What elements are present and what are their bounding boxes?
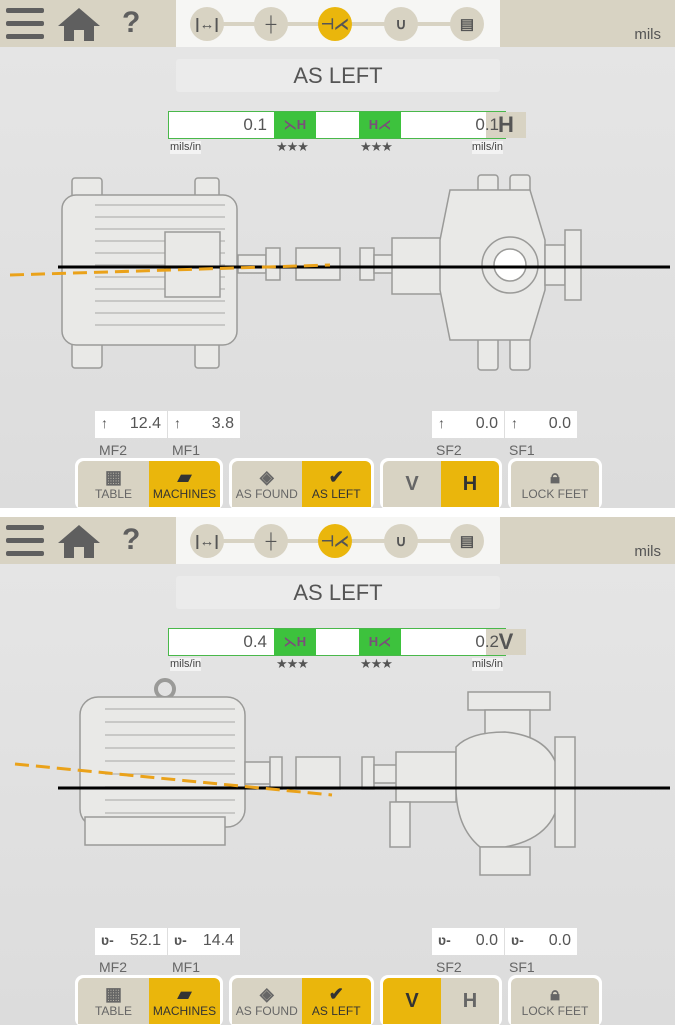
machines-button[interactable]: ▰ MACHINES — [149, 978, 220, 1024]
units-label: mils — [634, 26, 661, 43]
v-button[interactable]: V — [383, 978, 441, 1024]
axis-toggle: V H — [380, 975, 502, 1025]
offset-icon: H⋌ — [359, 112, 401, 138]
table-button[interactable]: ▦ TABLE — [78, 461, 149, 507]
angle-icon: ⋋H — [274, 629, 316, 655]
table-button[interactable]: ▦ TABLE — [78, 978, 149, 1024]
as-found-button[interactable]: ◈ AS FOUND — [232, 978, 302, 1024]
help-icon[interactable]: ? — [122, 523, 140, 557]
step-report-icon[interactable]: ▤ — [450, 524, 484, 558]
table-icon: ▦ — [104, 984, 122, 1004]
home-icon[interactable] — [56, 6, 102, 42]
view-toggle: ▦ TABLE ▰ MACHINES — [75, 458, 223, 508]
as-found-button[interactable]: ◈ AS FOUND — [232, 461, 302, 507]
machine-view — [9, 174, 670, 371]
foot-label-sf2: SF2 — [436, 442, 462, 458]
menu-icon[interactable] — [6, 8, 44, 40]
foot-label-mf2: MF2 — [99, 442, 127, 458]
foot-label-sf1: SF1 — [509, 442, 535, 458]
lock-feet-button[interactable]: 🔒︎ LOCK FEET — [511, 978, 599, 1024]
step-correct-icon[interactable]: ∪ — [384, 7, 418, 41]
foot-value-mf1: ʋ- 14.4 — [168, 928, 240, 955]
units-label: mils — [634, 543, 661, 560]
help-icon[interactable]: ? — [122, 6, 140, 40]
angle-unit: mils/in — [170, 658, 202, 671]
foot-value-sf1: ↑ 0.0 — [505, 411, 577, 438]
eye-icon: ◈ — [259, 467, 274, 487]
foot-label-mf1: MF1 — [172, 959, 200, 975]
check-icon: ✔ — [328, 467, 344, 487]
h-button[interactable]: H — [441, 461, 499, 507]
foot-value-mf2: ↑ 12.4 — [95, 411, 167, 438]
header: ? |↔| ┼ ⊣⋌ ∪ ▤ mils — [0, 0, 675, 47]
angle-value: 0.4 — [243, 632, 267, 651]
offset-unit: mils/in — [471, 141, 503, 154]
step-results-icon[interactable]: ⊣⋌ — [318, 524, 352, 558]
foot-label-sf2: SF2 — [436, 959, 462, 975]
angle-quality-stars: ★★★ — [276, 656, 309, 671]
machine-view — [14, 678, 670, 876]
offset-icon: H⋌ — [359, 629, 401, 655]
machine-icon: ▰ — [177, 984, 192, 1004]
angle-value: 0.1 — [243, 115, 267, 134]
alignment-panel: ? |↔| ┼ ⊣⋌ ∪ ▤ mils AS LEFT 0.4 ⋋H V H⋌ … — [0, 517, 675, 1025]
offset-quality-stars: ★★★ — [360, 139, 393, 154]
lock-icon: 🔒︎ — [550, 467, 560, 487]
home-icon[interactable] — [56, 523, 102, 559]
step-dimensions-icon[interactable]: |↔| — [190, 524, 224, 558]
foot-value-sf1: ʋ- 0.0 — [505, 928, 577, 955]
step-dimensions-icon[interactable]: |↔| — [190, 7, 224, 41]
offset-unit: mils/in — [471, 658, 503, 671]
alignment-readout: 0.4 ⋋H V H⋌ 0.2 — [168, 628, 526, 656]
menu-icon[interactable] — [6, 525, 44, 557]
angle-unit: mils/in — [170, 141, 202, 154]
lock-feet-group: 🔒︎ LOCK FEET — [508, 975, 602, 1025]
header: ? |↔| ┼ ⊣⋌ ∪ ▤ mils — [0, 517, 675, 564]
foot-value-mf1: ↑ 3.8 — [168, 411, 240, 438]
v-button[interactable]: V — [383, 461, 441, 507]
foot-value-mf2: ʋ- 52.1 — [95, 928, 167, 955]
page-title: AS LEFT — [176, 59, 500, 92]
as-left-button[interactable]: ✔ AS LEFT — [301, 461, 371, 507]
foot-label-mf1: MF1 — [172, 442, 200, 458]
table-icon: ▦ — [104, 467, 122, 487]
result-toggle: ◈ AS FOUND ✔ AS LEFT — [229, 458, 374, 508]
step-correct-icon[interactable]: ∪ — [384, 524, 418, 558]
step-measure-icon[interactable]: ┼ — [254, 524, 288, 558]
h-button[interactable]: H — [441, 978, 499, 1024]
foot-label-sf1: SF1 — [509, 959, 535, 975]
alignment-panel: ? |↔| ┼ ⊣⋌ ∪ ▤ mils AS LEFT 0.1 ⋋H H H⋌ … — [0, 0, 675, 508]
eye-icon: ◈ — [259, 984, 274, 1004]
machine-icon: ▰ — [177, 467, 192, 487]
angle-icon: ⋋H — [274, 112, 316, 138]
result-toggle: ◈ AS FOUND ✔ AS LEFT — [229, 975, 374, 1025]
offset-quality-stars: ★★★ — [360, 656, 393, 671]
step-report-icon[interactable]: ▤ — [450, 7, 484, 41]
check-icon: ✔ — [328, 984, 344, 1004]
offset-value: 0.1 — [475, 115, 499, 134]
lock-feet-group: 🔒︎ LOCK FEET — [508, 458, 602, 508]
foot-value-sf2: ʋ- 0.0 — [432, 928, 504, 955]
step-measure-icon[interactable]: ┼ — [254, 7, 288, 41]
lock-icon: 🔒︎ — [550, 984, 560, 1004]
lock-feet-button[interactable]: 🔒︎ LOCK FEET — [511, 461, 599, 507]
alignment-readout: 0.1 ⋋H H H⋌ 0.1 — [168, 111, 526, 139]
axis-toggle: V H — [380, 458, 502, 508]
page-title: AS LEFT — [176, 576, 500, 609]
angle-quality-stars: ★★★ — [276, 139, 309, 154]
view-toggle: ▦ TABLE ▰ MACHINES — [75, 975, 223, 1025]
machines-button[interactable]: ▰ MACHINES — [149, 461, 220, 507]
foot-value-sf2: ↑ 0.0 — [432, 411, 504, 438]
foot-label-mf2: MF2 — [99, 959, 127, 975]
offset-value: 0.2 — [475, 632, 499, 651]
step-results-icon[interactable]: ⊣⋌ — [318, 7, 352, 41]
as-left-button[interactable]: ✔ AS LEFT — [301, 978, 371, 1024]
